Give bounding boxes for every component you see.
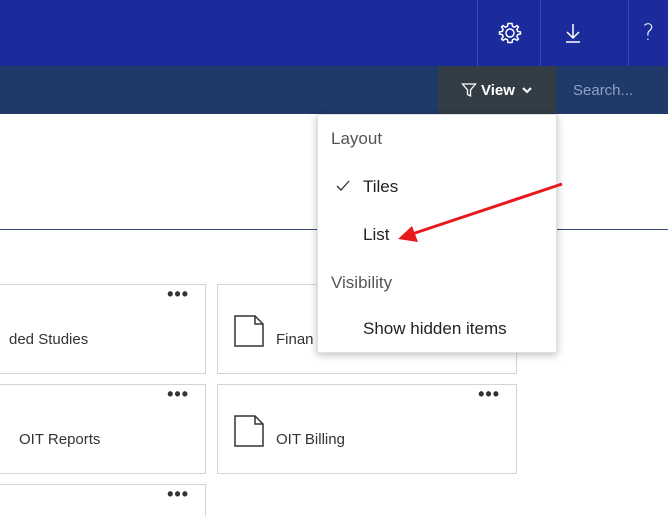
visibility-header: Visibility [331,273,393,292]
tile-partial[interactable]: ••• [0,484,206,516]
filter-icon [461,83,477,98]
menu-item-show-hidden[interactable]: Show hidden items [318,311,556,347]
tile-ded-studies[interactable]: ••• ded Studies [0,284,206,374]
more-options-button[interactable]: ••• [167,485,189,503]
view-label: View [481,81,515,99]
tile-name: OIT Reports [19,431,101,448]
view-button[interactable]: View [438,66,556,114]
more-options-button[interactable]: ••• [167,385,189,403]
menu-item-label: Show hidden items [363,319,507,338]
view-dropdown-menu: Layout Tiles List Visibility Show hidden… [317,114,557,353]
file-icon [234,315,264,352]
tile-name: Finan [276,331,314,348]
menu-item-tiles[interactable]: Tiles [318,169,556,205]
settings-button[interactable] [477,0,541,66]
download-arrow-icon [565,24,580,43]
search-input[interactable] [573,81,665,99]
gear-icon [498,22,521,44]
tile-name: OIT Billing [276,431,345,448]
chevron-down-icon [522,87,532,94]
more-options-button[interactable]: ••• [478,385,500,403]
menu-item-label: List [363,225,390,244]
help-label: ? [642,20,655,46]
layout-header: Layout [331,129,383,148]
menu-item-list[interactable]: List [318,217,556,253]
menu-item-label: Tiles [363,177,399,196]
tile-oit-reports[interactable]: ••• OIT Reports [0,384,206,474]
file-icon [234,415,264,452]
checkmark-icon [336,180,350,191]
more-options-button[interactable]: ••• [167,285,189,303]
tile-name: ded Studies [9,331,89,348]
suite-bar: ? [0,0,668,66]
download-button[interactable] [540,0,604,66]
help-button[interactable]: ? [628,0,668,66]
search-box [560,66,668,114]
tile-oit-billing[interactable]: ••• OIT Billing [217,384,517,474]
